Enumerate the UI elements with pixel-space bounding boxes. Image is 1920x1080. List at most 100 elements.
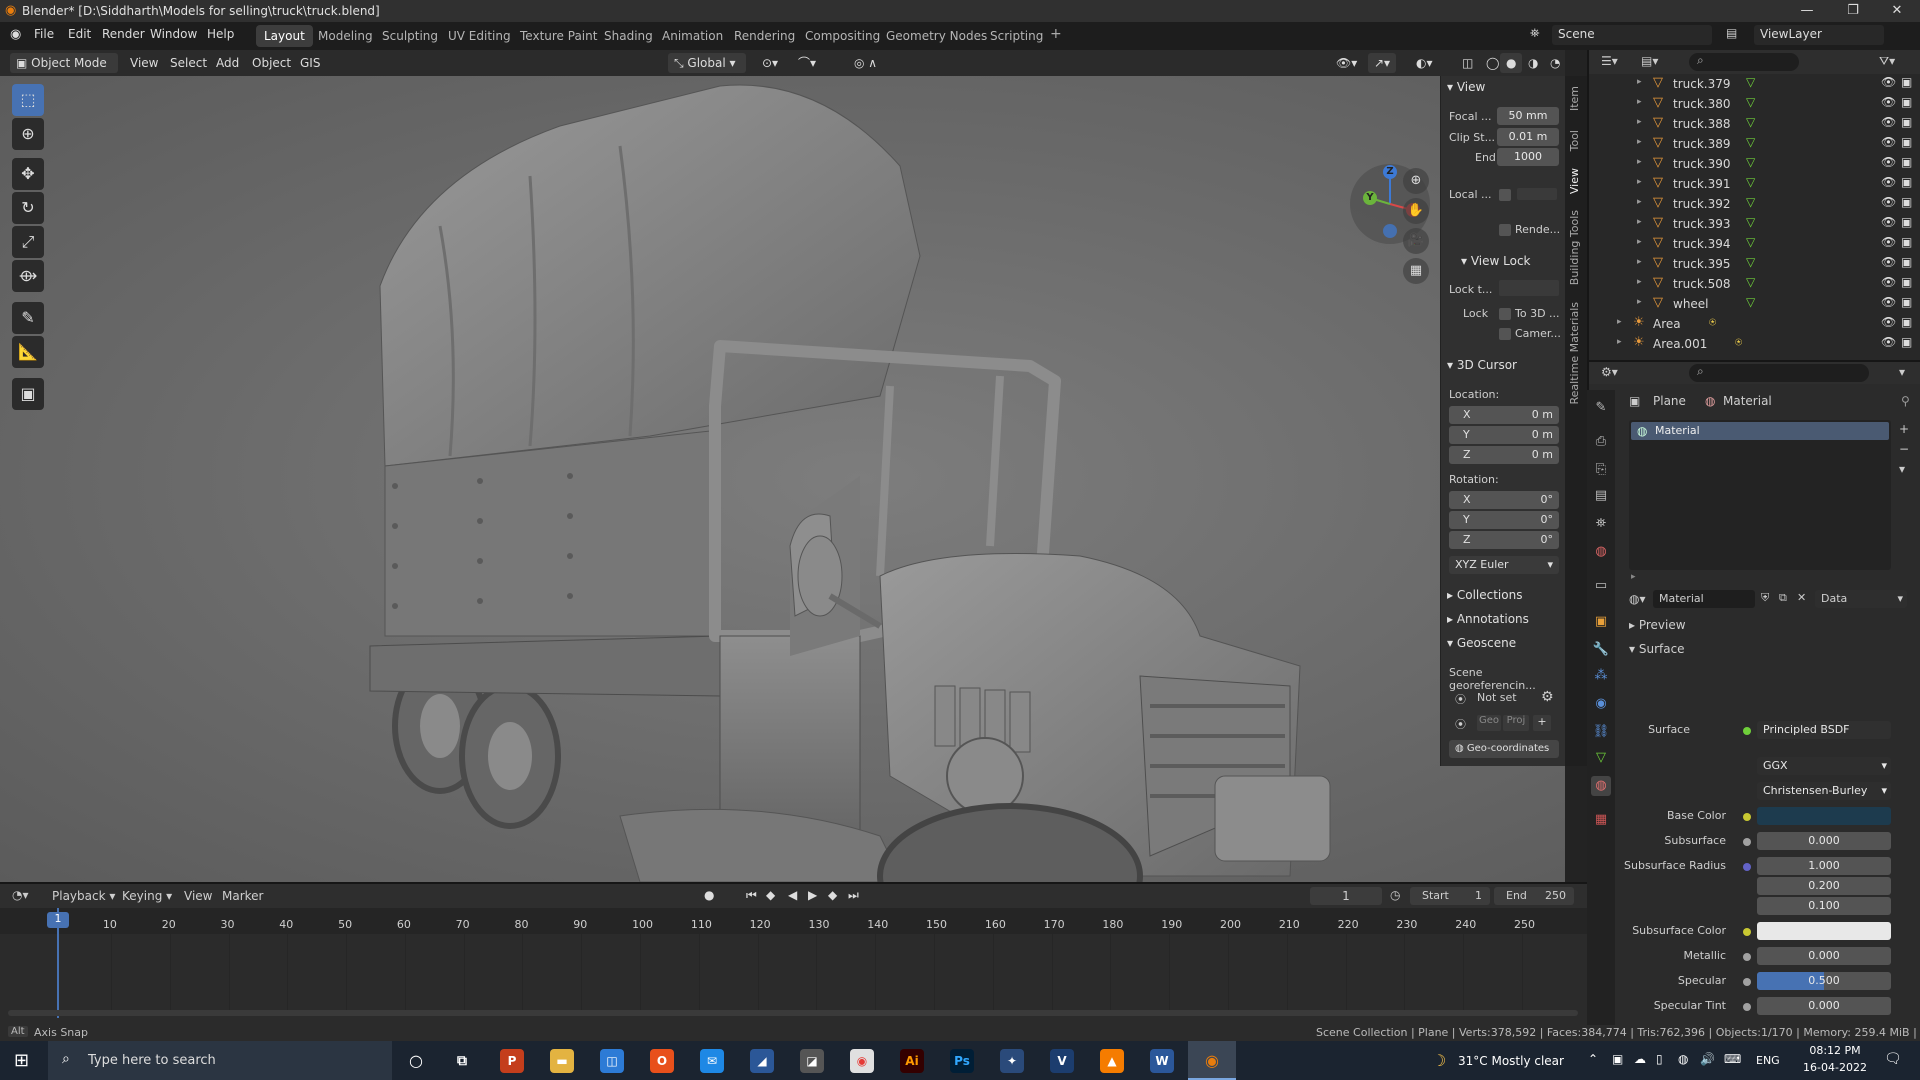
specular-slider[interactable]: 0.500: [1757, 972, 1891, 990]
collections-header[interactable]: ▸ Collections: [1447, 588, 1522, 602]
outliner-row[interactable]: ▸ ▽ wheel ▽ 👁 ▣: [1589, 294, 1920, 314]
camera-render-icon[interactable]: ▣: [1901, 195, 1912, 209]
expand-icon[interactable]: ▸: [1637, 197, 1642, 207]
mesh-data-icon[interactable]: ▽: [1746, 255, 1755, 269]
keyboard-icon[interactable]: ⌨: [1724, 1052, 1741, 1066]
rotate-tool-icon[interactable]: ↻: [12, 192, 44, 224]
camera-render-icon[interactable]: ▣: [1901, 175, 1912, 189]
clip-end-field[interactable]: 1000: [1497, 148, 1559, 166]
eye-icon[interactable]: 👁: [1881, 155, 1896, 169]
cursor-rotation-z[interactable]: Z 0°: [1449, 531, 1559, 549]
network-icon[interactable]: ◍: [1678, 1052, 1688, 1066]
select-menu[interactable]: Select: [164, 53, 213, 73]
mesh-data-icon[interactable]: ▽: [1746, 175, 1755, 189]
camera-render-icon[interactable]: ▣: [1901, 135, 1912, 149]
select-box-tool-icon[interactable]: ⬚: [12, 84, 44, 116]
cortana-icon[interactable]: ○: [404, 1049, 428, 1073]
material-shading-icon[interactable]: ◑: [1522, 53, 1544, 73]
tab-geometry-nodes[interactable]: Geometry Nodes: [878, 25, 995, 47]
tray-icon-1[interactable]: ▣: [1612, 1052, 1623, 1066]
expand-icon[interactable]: ▸: [1637, 217, 1642, 227]
add-workspace-icon[interactable]: +: [1050, 26, 1062, 42]
camera-render-icon[interactable]: ▣: [1901, 155, 1912, 169]
eye-icon[interactable]: 👁: [1881, 75, 1896, 89]
jump-start-icon[interactable]: ⏮: [746, 888, 757, 903]
modifier-tab-icon[interactable]: 🔧: [1591, 640, 1611, 660]
keying-menu[interactable]: Keying ▾: [122, 889, 172, 903]
weather-text[interactable]: 31°C Mostly clear: [1458, 1054, 1564, 1068]
remove-slot-icon[interactable]: −: [1899, 442, 1909, 456]
camera-render-icon[interactable]: ▣: [1901, 275, 1912, 289]
material-slot-item[interactable]: ◍ Material: [1631, 422, 1889, 440]
tab-animation[interactable]: Animation: [654, 25, 731, 47]
mesh-data-icon[interactable]: ▽: [1746, 275, 1755, 289]
subsurface-field[interactable]: 0.000: [1757, 832, 1891, 850]
outliner-search-input[interactable]: ⌕: [1689, 53, 1799, 71]
rotation-mode-dropdown[interactable]: XYZ Euler ▾: [1449, 556, 1559, 574]
3d-viewport[interactable]: ⬚ ⊕ ✥ ↻ ⤢ ⟴ ✎ 📐 ▣ Z Y ⊕ ✋ 🎥 ▦: [0, 76, 1565, 882]
mesh-data-icon[interactable]: ▽: [1746, 95, 1755, 109]
outliner-row[interactable]: ▸ ▽ truck.388 ▽ 👁 ▣: [1589, 114, 1920, 134]
camera-render-icon[interactable]: ▣: [1901, 115, 1912, 129]
eye-icon[interactable]: 👁: [1881, 335, 1896, 349]
expand-icon[interactable]: ▸: [1637, 157, 1642, 167]
gear-icon[interactable]: ⚙: [1541, 689, 1554, 705]
render-region-checkbox[interactable]: [1499, 224, 1511, 236]
outliner-row[interactable]: ▸ ▽ truck.395 ▽ 👁 ▣: [1589, 254, 1920, 274]
proportional-edit-icon[interactable]: ◎ ∧: [848, 53, 883, 73]
light-data-icon[interactable]: ⍟: [1709, 315, 1716, 330]
scale-tool-icon[interactable]: ⤢: [12, 226, 44, 258]
app-icon-3[interactable]: ✦: [1000, 1049, 1024, 1073]
eye-icon[interactable]: 👁: [1881, 315, 1896, 329]
word-icon[interactable]: W: [1150, 1049, 1174, 1073]
view-menu[interactable]: View: [184, 889, 212, 903]
local-camera-field[interactable]: [1517, 188, 1557, 200]
cursor-rotation-y[interactable]: Y 0°: [1449, 511, 1559, 529]
play-icon[interactable]: ▶: [808, 888, 817, 902]
cursor-rotation-x[interactable]: X 0°: [1449, 491, 1559, 509]
lock-to-3d-cursor-checkbox[interactable]: [1499, 308, 1511, 320]
slot-menu-icon[interactable]: ▾: [1899, 462, 1905, 476]
world-tab-icon[interactable]: ◍: [1591, 542, 1611, 562]
subsurface-method-dropdown[interactable]: Christensen-Burley ▾: [1757, 782, 1891, 800]
measure-tool-icon[interactable]: 📐: [12, 336, 44, 368]
minimize-button[interactable]: —: [1784, 0, 1830, 22]
geoscene-header[interactable]: ▾ Geoscene: [1447, 636, 1516, 650]
distribution-dropdown[interactable]: GGX ▾: [1757, 757, 1891, 775]
photoshop-icon[interactable]: Ps: [950, 1049, 974, 1073]
outliner-row[interactable]: ▸ ▽ truck.380 ▽ 👁 ▣: [1589, 94, 1920, 114]
ortho-grid-icon[interactable]: ▦: [1403, 258, 1429, 284]
tab-tool[interactable]: Tool: [1568, 130, 1581, 151]
expand-icon[interactable]: ▸: [1637, 137, 1642, 147]
xray-icon[interactable]: ◫: [1456, 53, 1479, 73]
notification-icon[interactable]: 🗨: [1884, 1051, 1902, 1067]
cursor-location-z[interactable]: Z 0 m: [1449, 446, 1559, 464]
outliner-row[interactable]: ▸ ▽ truck.390 ▽ 👁 ▣: [1589, 154, 1920, 174]
volume-icon[interactable]: 🔊: [1700, 1052, 1715, 1066]
camera-render-icon[interactable]: ▣: [1901, 75, 1912, 89]
pan-hand-icon[interactable]: ✋: [1403, 198, 1429, 224]
add-menu[interactable]: Add: [210, 53, 245, 73]
timeline-scrollbar[interactable]: [8, 1010, 1578, 1016]
add-slot-icon[interactable]: +: [1899, 422, 1909, 436]
data-tab-icon[interactable]: ▽: [1591, 748, 1611, 768]
mesh-data-icon[interactable]: ▽: [1746, 75, 1755, 89]
task-view-icon[interactable]: ⧉: [450, 1049, 474, 1073]
mesh-data-icon[interactable]: ▽: [1746, 215, 1755, 229]
expand-icon[interactable]: ▸: [1637, 297, 1642, 307]
onedrive-icon[interactable]: ☁: [1634, 1052, 1646, 1066]
blender-taskbar-icon[interactable]: ◉: [1188, 1041, 1236, 1080]
outliner-row[interactable]: ▸ ▽ truck.391 ▽ 👁 ▣: [1589, 174, 1920, 194]
lock-to-object-field[interactable]: [1499, 280, 1559, 296]
expand-icon[interactable]: ▸: [1637, 277, 1642, 287]
preview-panel-header[interactable]: ▸ Preview: [1629, 618, 1686, 632]
menu-file[interactable]: File: [34, 27, 54, 41]
gis-menu[interactable]: GIS: [294, 53, 326, 73]
outliner-row[interactable]: ▸ ▽ truck.389 ▽ 👁 ▣: [1589, 134, 1920, 154]
eye-icon[interactable]: 👁: [1881, 255, 1896, 269]
vlc-icon[interactable]: ▲: [1100, 1049, 1124, 1073]
record-icon[interactable]: ●: [704, 888, 714, 902]
tab-modeling[interactable]: Modeling: [310, 25, 381, 47]
filter-icon[interactable]: ⛛▾: [1879, 54, 1895, 69]
tab-sculpting[interactable]: Sculpting: [374, 25, 446, 47]
